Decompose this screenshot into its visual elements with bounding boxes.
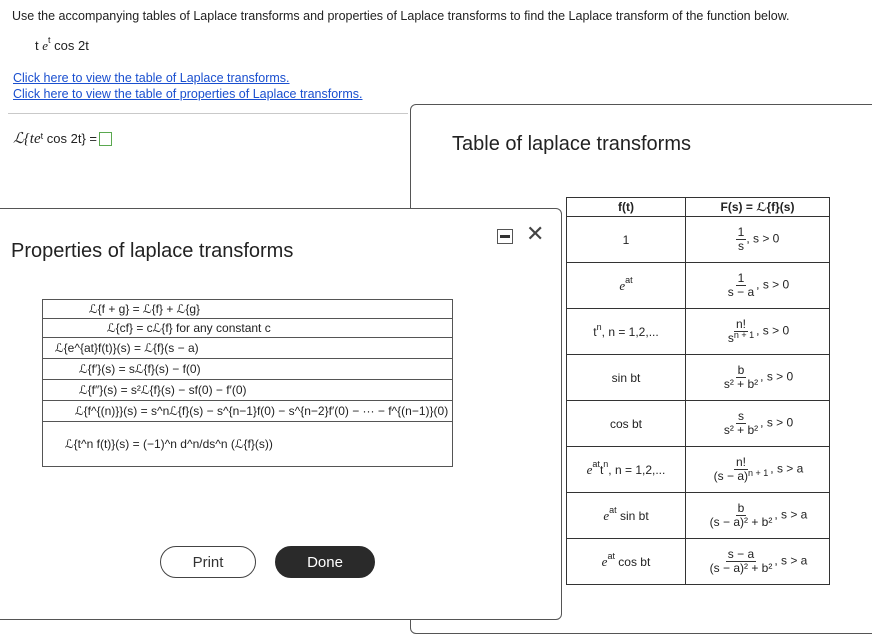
- header-f: f(t): [566, 197, 686, 217]
- laplace-panel-title: Table of laplace transforms: [452, 133, 692, 155]
- laplace-table: f(t) F(s) = ℒ{f}(s) 1 1s, s > 0 eat 1s −…: [566, 197, 830, 585]
- header-F: F(s) = ℒ{f}(s): [685, 197, 830, 217]
- table-row: ℒ{f^{(n)}}(s) = s^nℒ{f}(s) − s^{n−1}f(0)…: [41, 400, 454, 422]
- table-row: eat sin bt b (s − a)² + b², s > a: [566, 492, 830, 539]
- answer-input[interactable]: [99, 131, 113, 146]
- answer-row: ℒ{te t cos 2t} =: [13, 129, 113, 148]
- table-row: 1 1s, s > 0: [566, 216, 830, 263]
- answer-lhs: ℒ{te: [13, 131, 41, 147]
- table-row: ℒ{f″}(s) = s²ℒ{f}(s) − sf(0) − f′(0): [41, 379, 454, 401]
- table-row: eat 1s − a, s > 0: [566, 262, 830, 309]
- properties-panel-title: Properties of laplace transforms: [11, 240, 294, 262]
- divider: [8, 113, 408, 114]
- laplace-table-link[interactable]: Click here to view the table of Laplace …: [13, 71, 290, 85]
- table-row: ℒ{e^{at}f(t)}(s) = ℒ{f}(s − a): [41, 337, 454, 359]
- table-row: ℒ{f + g} = ℒ{f} + ℒ{g}: [41, 299, 454, 319]
- minimize-icon[interactable]: [497, 229, 513, 244]
- properties-table: ℒ{f + g} = ℒ{f} + ℒ{g} ℒ{cf} = cℒ{f} for…: [41, 299, 454, 467]
- function-expression: t et cos 2t: [35, 35, 89, 53]
- table-row: ℒ{cf} = cℒ{f} for any constant c: [41, 318, 454, 338]
- table-row: sin bt b s² + b², s > 0: [566, 354, 830, 401]
- table-row: cos bt s s² + b², s > 0: [566, 400, 830, 447]
- close-icon[interactable]: ✕: [526, 223, 544, 245]
- table-row: ℒ{t^n f(t)}(s) = (−1)^n d^n/ds^n (ℒ{f}(s…: [41, 421, 454, 467]
- properties-panel: Properties of laplace transforms ℒ{f + g…: [0, 208, 562, 620]
- table-row: eattn, n = 1,2,... n! (s − a)n + 1, s > a: [566, 446, 830, 493]
- table-row: ℒ{f′}(s) = sℒ{f}(s) − f(0): [41, 358, 454, 380]
- question-instruction: Use the accompanying tables of Laplace t…: [12, 9, 790, 23]
- properties-table-link[interactable]: Click here to view the table of properti…: [13, 87, 362, 101]
- print-button[interactable]: Print: [160, 546, 256, 578]
- done-button[interactable]: Done: [275, 546, 375, 578]
- answer-rhs: cos 2t} =: [46, 131, 98, 146]
- table-row: tn, n = 1,2,... n! sn + 1, s > 0: [566, 308, 830, 355]
- table-row: eat cos bt s − a (s − a)² + b², s > a: [566, 538, 830, 585]
